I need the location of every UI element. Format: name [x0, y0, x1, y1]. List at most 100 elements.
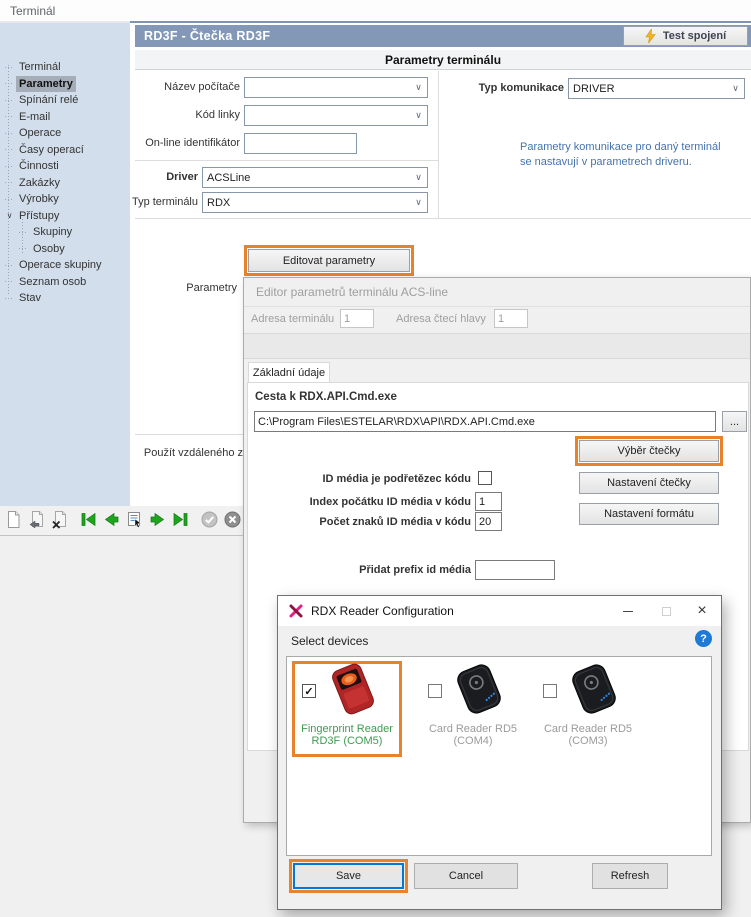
sidebar-item-seznam-osob[interactable]: Seznam osob	[3, 274, 129, 291]
browse-records-icon[interactable]	[125, 510, 144, 532]
tree-connector	[5, 100, 13, 101]
terminal-type-label: Typ terminálu	[100, 196, 198, 208]
online-id-label: On-line identifikátor	[135, 137, 240, 149]
cancel-icon[interactable]	[223, 510, 242, 532]
save-button-highlight: Save	[289, 859, 408, 893]
editor-gray-band	[244, 333, 750, 359]
terminal-address-label: Adresa terminálu	[251, 313, 334, 325]
close-icon: ×	[697, 603, 706, 619]
save-button[interactable]: Save	[293, 863, 404, 889]
tree-expander-icon[interactable]: ∨	[3, 208, 16, 225]
rdx-dialog-title: RDX Reader Configuration	[311, 604, 454, 618]
section-header: Parametry terminálu	[135, 50, 751, 70]
sidebar-item-osoby[interactable]: Osoby	[3, 241, 129, 258]
device-2-checkbox[interactable]	[428, 684, 442, 698]
edit-params-button[interactable]: Editovat parametry	[248, 249, 410, 272]
sidebar-item-spinani-rele[interactable]: Spínání relé	[3, 92, 129, 109]
refresh-button[interactable]: Refresh	[592, 863, 668, 889]
card-reader-image[interactable]	[561, 662, 627, 719]
test-connection-button[interactable]: Test spojení	[623, 26, 748, 46]
media-index-input[interactable]	[475, 492, 502, 511]
next-record-icon[interactable]	[148, 510, 167, 532]
tree-connector	[5, 116, 13, 117]
previous-record-icon[interactable]	[102, 510, 121, 532]
media-substring-checkbox[interactable]	[478, 471, 492, 485]
line-code-label: Kód linky	[135, 109, 240, 121]
computer-name-combo[interactable]: ∨	[244, 77, 428, 98]
media-prefix-input[interactable]	[475, 560, 555, 580]
close-button[interactable]: ×	[683, 596, 721, 626]
exe-path-input[interactable]	[254, 411, 716, 432]
chevron-down-icon[interactable]: ∨	[727, 79, 744, 98]
select-reader-button[interactable]: Výběr čtečky	[579, 440, 719, 462]
chevron-down-icon[interactable]: ∨	[410, 168, 427, 187]
reader-settings-button[interactable]: Nastavení čtečky	[579, 472, 719, 494]
confirm-icon[interactable]	[200, 510, 219, 532]
format-settings-button[interactable]: Nastavení formátu	[579, 503, 719, 525]
delete-record-icon[interactable]	[50, 510, 69, 532]
minimize-button[interactable]	[609, 596, 647, 626]
terminal-address-input[interactable]	[340, 309, 374, 328]
section-title: Parametry terminálu	[385, 53, 501, 67]
insert-record-icon[interactable]	[27, 510, 46, 532]
cancel-button[interactable]: Cancel	[414, 863, 518, 889]
chevron-down-icon[interactable]: ∨	[410, 193, 427, 212]
sidebar-item-stav[interactable]: Stav	[3, 290, 129, 307]
maximize-icon	[662, 607, 671, 616]
menu-bar: Terminál	[0, 0, 751, 23]
record-toolbar	[0, 506, 243, 536]
head-address-input[interactable]	[494, 309, 528, 328]
tree-connector	[5, 166, 13, 167]
sidebar-item-zakazky[interactable]: Zakázky	[3, 175, 129, 192]
card-reader-image[interactable]	[446, 662, 512, 719]
sidebar-item-operace-skupiny[interactable]: Operace skupiny	[3, 257, 129, 274]
sidebar-item-pristupy[interactable]: ∨Přístupy	[3, 208, 129, 225]
sidebar-item-terminal[interactable]: Terminál	[3, 59, 129, 76]
sidebar-item-skupiny[interactable]: Skupiny	[3, 224, 129, 241]
tree-connector	[5, 149, 13, 150]
sidebar-item-email[interactable]: E-mail	[3, 109, 129, 126]
computer-name-label: Název počítače	[135, 81, 240, 93]
minimize-icon	[623, 611, 633, 612]
new-record-icon[interactable]	[4, 510, 23, 532]
device-1-label[interactable]: Fingerprint Reader RD3F (COM5)	[294, 723, 400, 747]
test-connection-label: Test spojení	[663, 30, 726, 42]
media-index-label: Index počátku ID média v kódu	[281, 496, 471, 508]
line-code-combo[interactable]: ∨	[244, 105, 428, 126]
select-devices-label: Select devices	[291, 634, 368, 648]
last-record-icon[interactable]	[171, 510, 190, 532]
help-icon[interactable]: ?	[695, 630, 712, 647]
driver-combo[interactable]: ACSLine∨	[202, 167, 428, 188]
device-3-checkbox[interactable]	[543, 684, 557, 698]
sidebar-item-cinnosti[interactable]: Činnosti	[3, 158, 129, 175]
browse-path-button[interactable]: ...	[722, 411, 747, 432]
sidebar-item-operace[interactable]: Operace	[3, 125, 129, 142]
driver-label: Driver	[135, 171, 198, 183]
menu-item-terminal[interactable]: Terminál	[10, 4, 55, 18]
device-1-checkbox[interactable]: ✓	[302, 684, 316, 698]
sidebar-item-parametry[interactable]: Parametry	[3, 76, 129, 93]
first-record-icon[interactable]	[79, 510, 98, 532]
form-separator	[135, 218, 751, 219]
tree-connector	[5, 67, 13, 68]
rdx-config-dialog: RDX Reader Configuration × Select device…	[277, 595, 722, 910]
sidebar-item-casy-operaci[interactable]: Časy operací	[3, 142, 129, 159]
exe-path-label: Cesta k RDX.API.Cmd.exe	[255, 391, 397, 403]
comm-type-combo[interactable]: DRIVER∨	[568, 78, 745, 99]
head-address-label: Adresa čtecí hlavy	[396, 313, 486, 325]
chevron-down-icon[interactable]: ∨	[410, 78, 427, 97]
maximize-button	[647, 596, 685, 626]
chevron-down-icon[interactable]: ∨	[410, 106, 427, 125]
online-id-input[interactable]	[244, 133, 357, 154]
terminal-type-combo[interactable]: RDX∨	[202, 192, 428, 213]
media-length-input[interactable]	[475, 512, 502, 531]
device-2-label[interactable]: Card Reader RD5 (COM4)	[420, 723, 526, 747]
form-separator	[135, 434, 243, 435]
tree-connector	[5, 298, 13, 299]
rdx-titlebar[interactable]: RDX Reader Configuration ×	[278, 596, 721, 626]
media-length-label: Počet znaků ID média v kódu	[281, 516, 471, 528]
tree-connector	[5, 199, 13, 200]
device-3-label[interactable]: Card Reader RD5 (COM3)	[535, 723, 641, 747]
tab-zakladni-udaje[interactable]: Základní údaje	[248, 362, 330, 383]
fingerprint-reader-image[interactable]	[320, 662, 386, 719]
